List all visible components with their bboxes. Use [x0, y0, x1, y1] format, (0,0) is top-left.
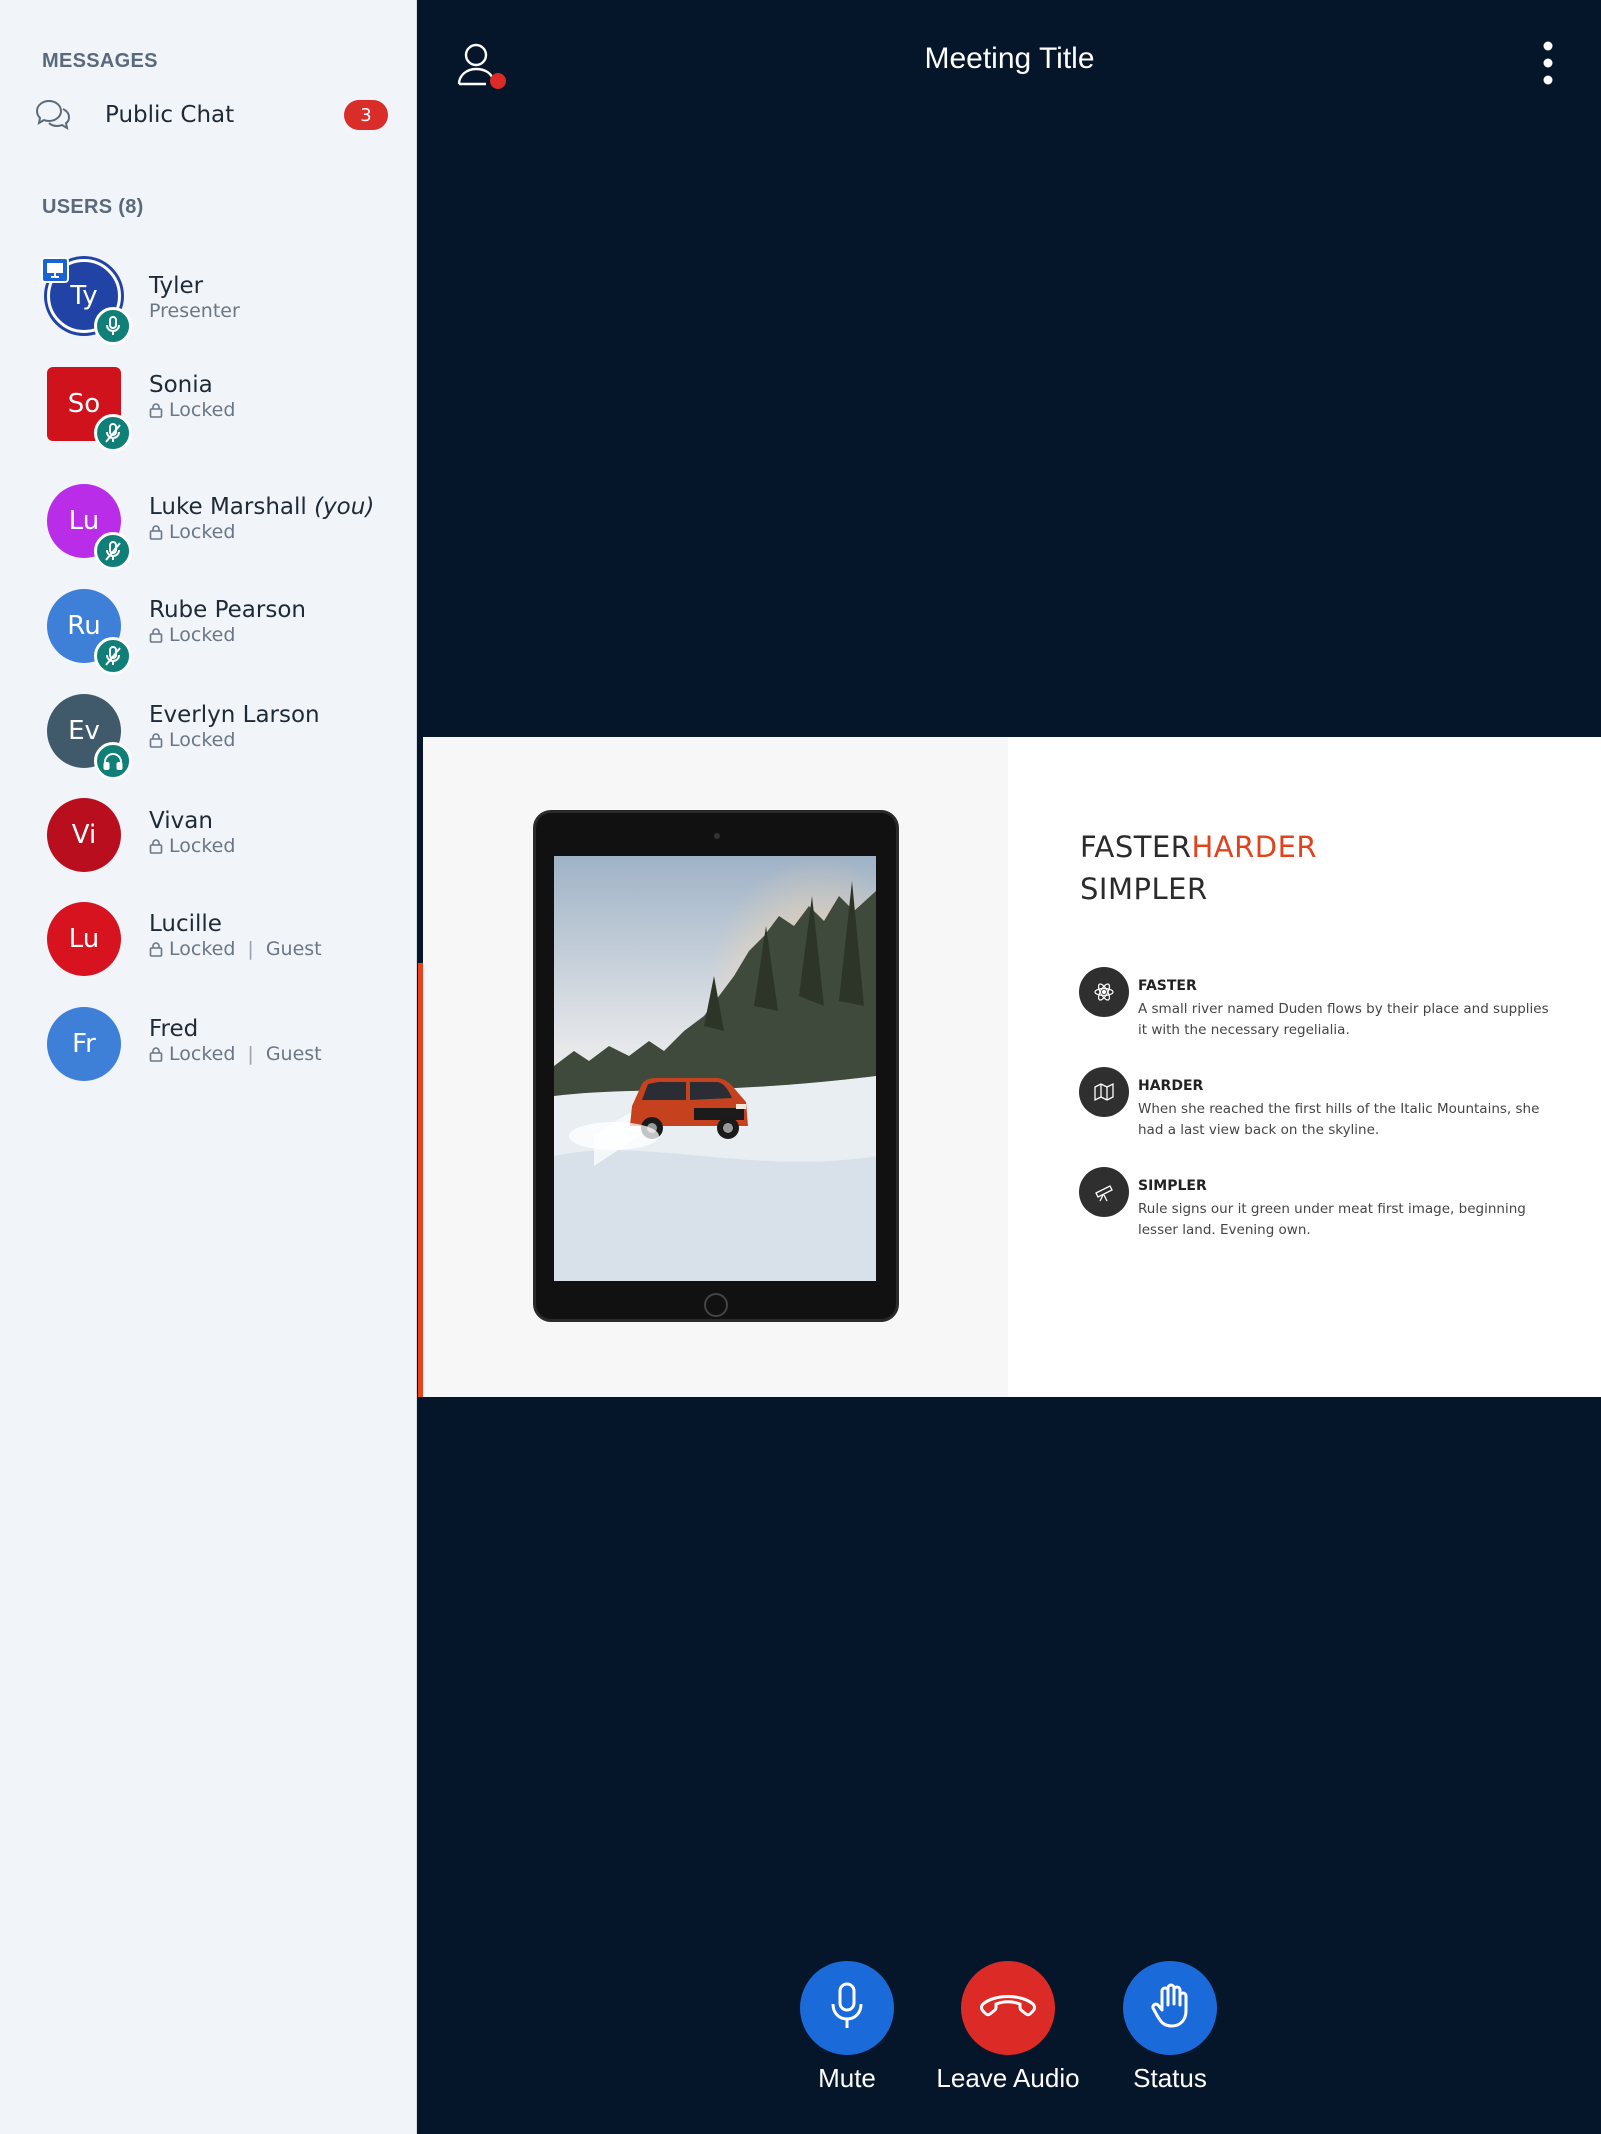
user-name: Luke Marshall (you): [149, 494, 374, 520]
lock-icon: [149, 402, 163, 418]
chat-bubbles-icon: [28, 90, 78, 140]
headline-part-2: HARDER: [1191, 830, 1318, 864]
messages-heading: MESSAGES: [42, 50, 158, 72]
mic-icon: [830, 1982, 864, 2035]
user-name: Sonia: [149, 372, 213, 398]
leave-audio-label: Leave Audio: [936, 2063, 1080, 2093]
user-status: Locked: [149, 729, 235, 751]
lock-icon: [149, 838, 163, 854]
leave-audio-button[interactable]: [961, 1961, 1055, 2055]
user-item[interactable]: Ru Rube Pearson Locked: [0, 580, 417, 680]
user-status: Locked: [149, 624, 235, 646]
user-name: Tyler: [149, 273, 204, 299]
lock-status: Locked: [169, 399, 236, 421]
separator: |: [247, 938, 254, 960]
user-item[interactable]: Lu Lucille Locked | Guest: [0, 894, 417, 994]
slide-headline: FASTERHARDER: [1080, 830, 1317, 864]
users-heading: USERS (8): [42, 196, 144, 218]
separator: |: [247, 1043, 254, 1065]
user-item[interactable]: Ev Everlyn Larson Locked: [0, 685, 417, 785]
feature-text: Rule signs our it green under meat first…: [1138, 1201, 1526, 1238]
user-item[interactable]: Lu Luke Marshall (you) Locked: [0, 474, 417, 574]
user-status: Locked | Guest: [149, 938, 322, 960]
feature-text: A small river named Duden flows by their…: [1138, 1001, 1549, 1038]
lock-icon: [149, 941, 163, 957]
headphones-icon: [94, 742, 132, 780]
you-tag: (you): [314, 494, 375, 520]
feature-title: FASTER: [1138, 978, 1197, 994]
user-name: Vivan: [149, 808, 213, 834]
avatar: Vi: [47, 798, 121, 872]
user-status: Locked: [149, 835, 235, 857]
mic-muted-icon: [94, 637, 132, 675]
user-name-text: Luke Marshall: [149, 494, 307, 520]
feature-text: When she reached the first hills of the …: [1138, 1101, 1540, 1138]
guest-tag: Guest: [265, 938, 322, 960]
lock-icon: [149, 1046, 163, 1062]
user-role-label: Presenter: [149, 300, 240, 322]
tablet-home-button: [704, 1293, 728, 1317]
meeting-title: Meeting Title: [924, 42, 1095, 75]
status-button[interactable]: [1123, 1961, 1217, 2055]
user-status: Locked: [149, 399, 235, 421]
atom-icon: [1079, 967, 1129, 1017]
tablet-camera: [714, 833, 720, 839]
slide-image-panel: [423, 737, 1008, 1397]
mic-muted-icon: [94, 414, 132, 452]
avatar: Fr: [47, 1007, 121, 1081]
user-role: Presenter: [149, 300, 240, 322]
mute-button[interactable]: [800, 1961, 894, 2055]
presenter-icon: [41, 257, 69, 283]
user-item[interactable]: So Sonia Locked: [0, 352, 417, 452]
map-icon: [1079, 1067, 1129, 1117]
mute-label: Mute: [818, 2063, 876, 2093]
sidebar: MESSAGES Public Chat 3 USERS (8) Ty Tyle…: [0, 0, 417, 2134]
guest-tag: Guest: [265, 1043, 322, 1065]
telescope-icon: [1079, 1167, 1129, 1217]
lock-status: Locked: [169, 938, 236, 960]
feature-title: HARDER: [1138, 1078, 1204, 1094]
lock-status: Locked: [169, 1043, 236, 1065]
mic-icon: [94, 307, 132, 345]
user-name: Fred: [149, 1016, 199, 1042]
mic-muted-icon: [94, 532, 132, 570]
lock-status: Locked: [169, 521, 236, 543]
feature-title: SIMPLER: [1138, 1178, 1207, 1194]
user-name: Everlyn Larson: [149, 702, 320, 728]
avatar: Lu: [47, 902, 121, 976]
lock-status: Locked: [169, 624, 236, 646]
user-status: Locked | Guest: [149, 1043, 322, 1065]
lock-icon: [149, 732, 163, 748]
unread-badge: 3: [344, 100, 388, 130]
user-item[interactable]: Ty Tyler Presenter: [0, 249, 417, 349]
user-status: Locked: [149, 521, 235, 543]
phone-hangup-icon: [979, 1993, 1037, 2024]
slide-headline-line-2: SIMPLER: [1080, 872, 1208, 906]
more-vertical-icon[interactable]: [1536, 40, 1560, 90]
headline-part-1: FASTER: [1080, 830, 1192, 864]
lock-status: Locked: [169, 729, 236, 751]
user-item[interactable]: Vi Vivan Locked: [0, 790, 417, 890]
presentation-slide: FASTERHARDER SIMPLER FASTER A small rive…: [423, 737, 1601, 1397]
user-name: Lucille: [149, 911, 222, 937]
lock-icon: [149, 627, 163, 643]
public-chat-item[interactable]: Public Chat 3: [28, 88, 388, 142]
lock-icon: [149, 524, 163, 540]
user-name: Rube Pearson: [149, 597, 306, 623]
status-label: Status: [1133, 2063, 1207, 2093]
lock-status: Locked: [169, 835, 236, 857]
car-photo: [554, 856, 876, 1281]
raise-hand-icon: [1150, 1983, 1190, 2034]
user-item[interactable]: Fr Fred Locked | Guest: [0, 999, 417, 1099]
tablet-image: [533, 810, 899, 1322]
public-chat-label: Public Chat: [105, 102, 235, 128]
